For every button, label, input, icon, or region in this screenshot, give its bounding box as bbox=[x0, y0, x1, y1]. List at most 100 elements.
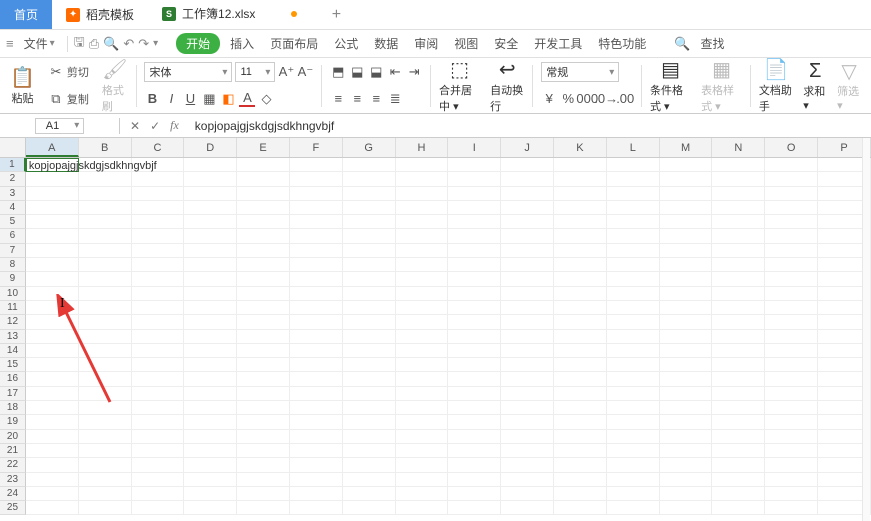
cell[interactable] bbox=[237, 444, 290, 458]
cell[interactable] bbox=[501, 415, 554, 429]
cell[interactable] bbox=[607, 187, 660, 201]
decrease-font-icon[interactable]: A⁻ bbox=[297, 64, 313, 80]
cell[interactable] bbox=[607, 372, 660, 386]
cell[interactable] bbox=[396, 187, 449, 201]
cell[interactable] bbox=[712, 358, 765, 372]
cell[interactable] bbox=[448, 458, 501, 472]
cell[interactable] bbox=[607, 229, 660, 243]
cell[interactable] bbox=[448, 287, 501, 301]
cell[interactable] bbox=[554, 287, 607, 301]
cell[interactable] bbox=[26, 229, 79, 243]
cell[interactable] bbox=[396, 244, 449, 258]
cell[interactable] bbox=[132, 287, 185, 301]
cell[interactable] bbox=[712, 244, 765, 258]
worksheet-grid[interactable]: A B C D E F G H I J K L M N O P 1kopjopa… bbox=[0, 138, 871, 521]
cell[interactable] bbox=[712, 372, 765, 386]
indent-dec-icon[interactable]: ⇤ bbox=[387, 64, 403, 80]
cell[interactable] bbox=[132, 330, 185, 344]
merge-center-button[interactable]: ⬚ 合并居中 ▾ bbox=[435, 60, 484, 111]
preview-icon[interactable]: 🔍 bbox=[103, 36, 119, 52]
col-header[interactable]: B bbox=[79, 138, 132, 157]
cell[interactable] bbox=[501, 244, 554, 258]
cell[interactable] bbox=[554, 458, 607, 472]
cell[interactable] bbox=[501, 187, 554, 201]
cell[interactable] bbox=[554, 473, 607, 487]
cell[interactable] bbox=[290, 272, 343, 286]
cell[interactable] bbox=[132, 301, 185, 315]
cell[interactable] bbox=[607, 430, 660, 444]
cell[interactable] bbox=[237, 344, 290, 358]
cell[interactable] bbox=[396, 301, 449, 315]
cell[interactable] bbox=[554, 358, 607, 372]
cell[interactable] bbox=[607, 401, 660, 415]
cell[interactable] bbox=[607, 344, 660, 358]
cell[interactable] bbox=[448, 158, 501, 172]
cell[interactable] bbox=[343, 444, 396, 458]
cell[interactable] bbox=[765, 158, 818, 172]
cell[interactable] bbox=[712, 258, 765, 272]
row-header[interactable]: 21 bbox=[0, 444, 26, 458]
cell[interactable] bbox=[79, 244, 132, 258]
cell[interactable] bbox=[765, 387, 818, 401]
cell[interactable] bbox=[132, 244, 185, 258]
cell[interactable] bbox=[448, 444, 501, 458]
row-header[interactable]: 24 bbox=[0, 487, 26, 501]
cell[interactable] bbox=[237, 473, 290, 487]
cell[interactable] bbox=[79, 458, 132, 472]
cell[interactable] bbox=[26, 458, 79, 472]
cell[interactable] bbox=[448, 315, 501, 329]
cell[interactable] bbox=[79, 401, 132, 415]
cell[interactable] bbox=[184, 158, 237, 172]
cell[interactable] bbox=[237, 330, 290, 344]
number-format-select[interactable]: 常规▾ bbox=[541, 62, 619, 82]
cell[interactable] bbox=[765, 401, 818, 415]
col-header[interactable]: N bbox=[712, 138, 765, 157]
cell[interactable] bbox=[448, 344, 501, 358]
cell[interactable] bbox=[396, 201, 449, 215]
cell[interactable] bbox=[184, 401, 237, 415]
row-header[interactable]: 10 bbox=[0, 287, 26, 301]
cell[interactable] bbox=[343, 415, 396, 429]
cell[interactable] bbox=[501, 229, 554, 243]
cell[interactable] bbox=[448, 473, 501, 487]
cell[interactable] bbox=[765, 473, 818, 487]
row-header[interactable]: 5 bbox=[0, 215, 26, 229]
align-center-icon[interactable]: ≡ bbox=[349, 91, 365, 107]
cell[interactable] bbox=[607, 444, 660, 458]
cell[interactable] bbox=[765, 229, 818, 243]
cell[interactable] bbox=[290, 187, 343, 201]
cell[interactable] bbox=[132, 215, 185, 229]
cell[interactable] bbox=[184, 301, 237, 315]
tab-workbook[interactable]: S 工作簿12.xlsx bbox=[148, 0, 311, 29]
cell[interactable] bbox=[554, 272, 607, 286]
cell[interactable] bbox=[79, 229, 132, 243]
currency-icon[interactable]: ¥ bbox=[541, 91, 557, 107]
cell[interactable] bbox=[765, 215, 818, 229]
tab-security[interactable]: 安全 bbox=[488, 32, 524, 55]
cell[interactable] bbox=[765, 244, 818, 258]
cell[interactable] bbox=[132, 258, 185, 272]
row-header[interactable]: 16 bbox=[0, 372, 26, 386]
cell[interactable] bbox=[396, 287, 449, 301]
row-header[interactable]: 8 bbox=[0, 258, 26, 272]
cell[interactable] bbox=[660, 458, 713, 472]
cell[interactable] bbox=[660, 229, 713, 243]
cell[interactable] bbox=[712, 172, 765, 186]
cell[interactable] bbox=[237, 229, 290, 243]
cell[interactable] bbox=[290, 244, 343, 258]
cell[interactable] bbox=[343, 215, 396, 229]
cell[interactable] bbox=[607, 315, 660, 329]
cell[interactable] bbox=[184, 215, 237, 229]
row-header[interactable]: 14 bbox=[0, 344, 26, 358]
cell[interactable] bbox=[184, 272, 237, 286]
row-header[interactable]: 17 bbox=[0, 387, 26, 401]
cell[interactable] bbox=[554, 215, 607, 229]
cell[interactable] bbox=[765, 344, 818, 358]
cell[interactable] bbox=[554, 229, 607, 243]
cell[interactable] bbox=[290, 215, 343, 229]
col-header[interactable]: F bbox=[290, 138, 343, 157]
cell[interactable] bbox=[554, 301, 607, 315]
cell[interactable] bbox=[26, 330, 79, 344]
cell[interactable] bbox=[607, 458, 660, 472]
cell[interactable] bbox=[290, 401, 343, 415]
